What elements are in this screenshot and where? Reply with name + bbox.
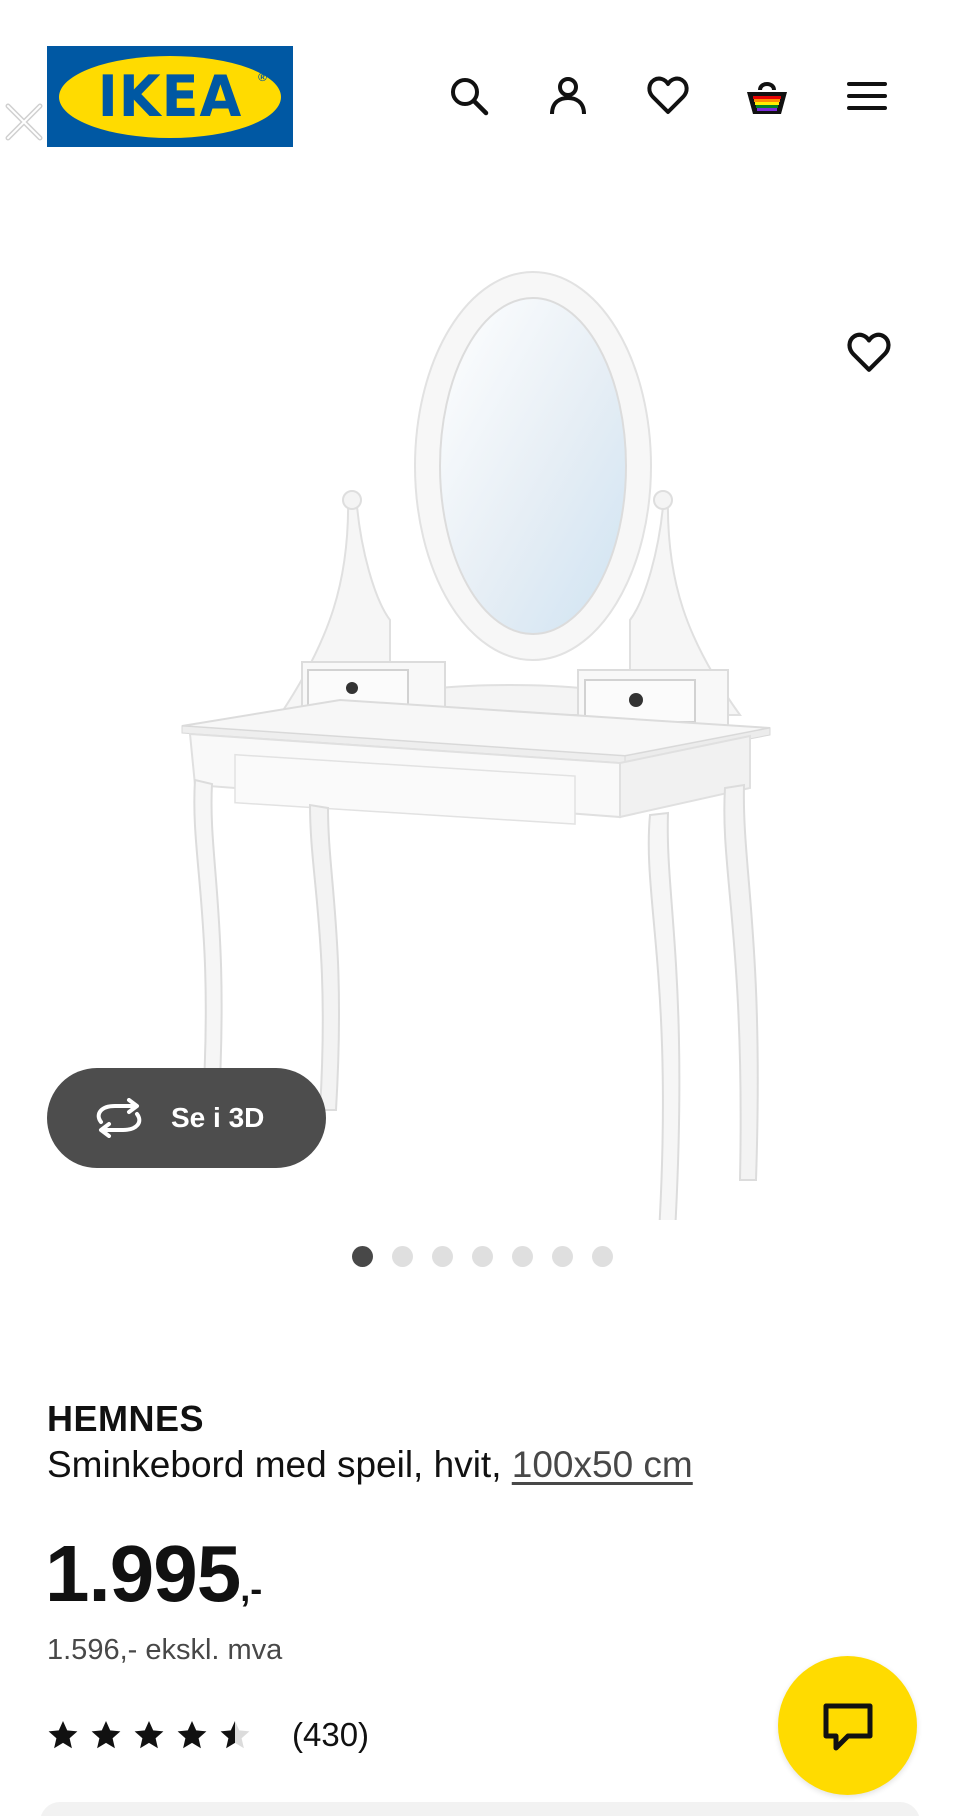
pagination-dot[interactable]	[512, 1246, 533, 1267]
star-icon	[48, 1721, 78, 1749]
site-header: IKEA ®	[0, 0, 960, 200]
product-description-text: Sminkebord med speil, hvit,	[47, 1444, 512, 1485]
save-to-favourites-icon[interactable]	[838, 322, 900, 384]
product-size-link[interactable]: 100x50 cm	[512, 1444, 693, 1485]
ikea-logo[interactable]: IKEA ®	[47, 46, 293, 147]
product-info: HEMNES Sminkebord med speil, hvit, 100x5…	[47, 1398, 907, 1486]
rating-stars	[47, 1719, 262, 1751]
see-in-3d-button[interactable]: Se i 3D	[47, 1068, 326, 1168]
bottom-panel-edge	[40, 1802, 920, 1816]
logo-oval: IKEA ®	[59, 55, 281, 138]
product-gallery[interactable]: Se i 3D	[0, 200, 960, 1267]
heart-icon[interactable]	[636, 64, 700, 128]
pagination-dot[interactable]	[472, 1246, 493, 1267]
price-amount: 1.995	[45, 1529, 241, 1618]
pagination-dot[interactable]	[432, 1246, 453, 1267]
pagination-dot[interactable]	[592, 1246, 613, 1267]
star-icon	[134, 1721, 164, 1749]
rotate-3d-icon	[96, 1098, 142, 1138]
product-rating[interactable]: (430)	[47, 1716, 369, 1754]
see-in-3d-label: Se i 3D	[171, 1102, 265, 1133]
pagination-dot[interactable]	[392, 1246, 413, 1267]
image-pagination	[352, 1246, 613, 1267]
rating-count[interactable]: (430)	[292, 1716, 369, 1754]
product-price: 1.995 ,-	[45, 1528, 262, 1620]
shopping-bag-icon[interactable]	[735, 64, 799, 128]
price-suffix: ,-	[240, 1568, 263, 1609]
logo-registered-mark: ®	[258, 69, 267, 84]
chat-bubble-icon	[823, 1703, 872, 1750]
close-icon[interactable]	[2, 100, 46, 144]
logo-text: IKEA	[97, 63, 243, 130]
pagination-dot[interactable]	[552, 1246, 573, 1267]
search-icon[interactable]	[437, 64, 501, 128]
star-icon	[91, 1721, 121, 1749]
product-description: Sminkebord med speil, hvit, 100x50 cm	[47, 1444, 907, 1486]
star-icon	[220, 1721, 250, 1749]
chat-button[interactable]	[778, 1656, 917, 1795]
product-name: HEMNES	[47, 1398, 205, 1439]
hamburger-menu-icon[interactable]	[835, 64, 899, 128]
profile-icon[interactable]	[536, 64, 600, 128]
pagination-dot[interactable]	[352, 1246, 373, 1267]
price-excluding-vat: 1.596,- ekskl. mva	[47, 1634, 283, 1666]
star-icon	[177, 1721, 207, 1749]
